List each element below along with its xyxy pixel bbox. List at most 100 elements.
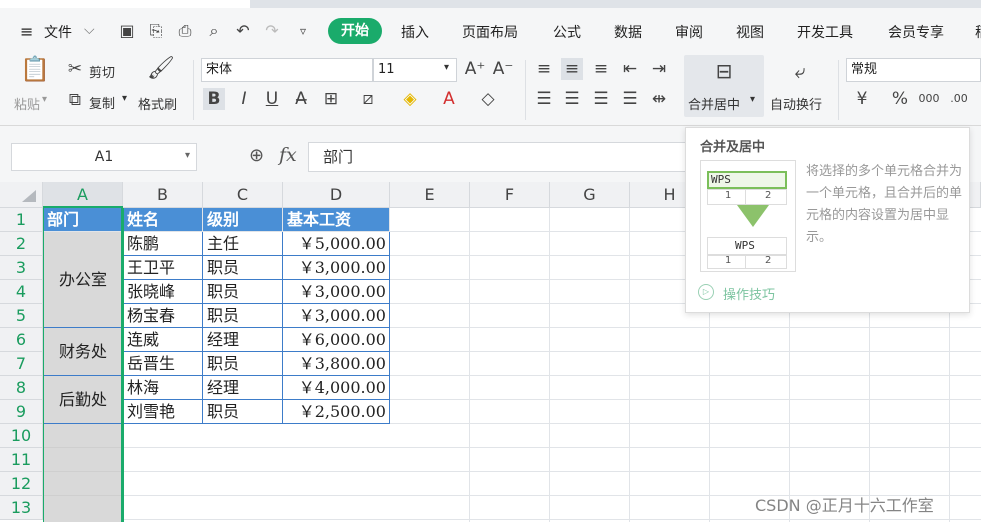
strikethrough-icon[interactable]: A̶ [290, 88, 312, 110]
align-middle-icon[interactable]: ≡ [561, 58, 583, 80]
table-cell-salary[interactable]: ￥5,000.00 [283, 232, 390, 256]
row-header-3[interactable]: 3 [0, 256, 43, 280]
format-painter-icon[interactable]: 🖌 [146, 58, 176, 88]
row-header-2[interactable]: 2 [0, 232, 43, 256]
table-cell-level[interactable]: 职员 [203, 304, 283, 328]
copy-icon[interactable]: ⧉ [64, 89, 86, 111]
thousands-separator-icon[interactable]: 000 [918, 88, 940, 110]
align-right-icon[interactable]: ☰ [590, 88, 612, 110]
paste-dropdown-icon[interactable]: ▾ [42, 94, 47, 105]
table-cell-level[interactable]: 职员 [203, 352, 283, 376]
scissors-icon[interactable]: ✂ [64, 58, 86, 80]
wrap-text-icon[interactable]: ⤶ [786, 60, 814, 84]
tab-formulas[interactable]: 公式 [553, 22, 581, 42]
header-cell-level[interactable]: 级别 [203, 208, 283, 232]
table-cell-salary[interactable]: ￥6,000.00 [283, 328, 390, 352]
row-header-11[interactable]: 11 [0, 448, 43, 472]
align-left-icon[interactable]: ☰ [533, 88, 555, 110]
header-cell-name[interactable]: 姓名 [123, 208, 203, 232]
play-icon[interactable]: ▷ [698, 284, 714, 300]
col-header-G[interactable]: G [550, 182, 630, 208]
tab-data[interactable]: 数据 [614, 22, 642, 42]
copy-dropdown-icon[interactable]: ▾ [122, 93, 127, 104]
tab-developer[interactable]: 开发工具 [797, 22, 853, 42]
decrease-font-icon[interactable]: A⁻ [492, 58, 514, 80]
align-bottom-icon[interactable]: ≡ [590, 58, 612, 80]
col-header-D[interactable]: D [283, 182, 390, 208]
align-top-icon[interactable]: ≡ [533, 58, 555, 80]
save-icon[interactable]: ▣ [117, 21, 137, 41]
table-cell-name[interactable]: 王卫平 [123, 256, 203, 280]
distribute-icon[interactable]: ⇹ [648, 88, 670, 110]
increase-decimal-icon[interactable]: .00 [948, 88, 970, 110]
print-icon[interactable]: ⎙ [175, 21, 195, 41]
font-name-select[interactable]: 宋体 [201, 58, 373, 82]
name-box-dropdown-icon[interactable]: ▾ [185, 150, 190, 161]
table-cell-level[interactable]: 主任 [203, 232, 283, 256]
font-color-icon[interactable]: A [438, 88, 460, 110]
borders-icon[interactable]: ⊞ [320, 88, 342, 110]
fill-color-icon[interactable]: ◈ [399, 88, 421, 110]
row-header-7[interactable]: 7 [0, 352, 43, 376]
undo-icon[interactable]: ↶ [233, 21, 253, 41]
header-cell-department[interactable]: 部门 [43, 208, 123, 232]
table-cell-name[interactable]: 陈鹏 [123, 232, 203, 256]
table-cell-name[interactable]: 连威 [123, 328, 203, 352]
table-cell-level[interactable]: 职员 [203, 280, 283, 304]
paste-button[interactable]: 粘贴 [14, 94, 40, 113]
table-cell-name[interactable]: 张晓峰 [123, 280, 203, 304]
increase-indent-icon[interactable]: ⇥ [648, 58, 670, 80]
table-cell-name[interactable]: 刘雪艳 [123, 400, 203, 424]
merged-cell-department[interactable]: 财务处 [43, 328, 123, 376]
hamburger-icon[interactable]: ≡ [20, 22, 33, 41]
active-document-tab[interactable] [0, 0, 250, 8]
bold-icon[interactable]: B [203, 88, 225, 110]
merged-cell-department[interactable]: 后勤处 [43, 376, 123, 424]
row-header-12[interactable]: 12 [0, 472, 43, 496]
fill-style-icon[interactable]: ⧄ [357, 88, 379, 110]
increase-font-icon[interactable]: A⁺ [464, 58, 486, 80]
customize-dropdown-icon[interactable]: ▿ [293, 21, 313, 41]
copy-button[interactable]: 复制 [89, 93, 115, 112]
merged-cell-department[interactable]: 办公室 [43, 232, 123, 328]
tab-insert[interactable]: 插入 [401, 22, 429, 42]
col-header-F[interactable]: F [470, 182, 550, 208]
row-header-10[interactable]: 10 [0, 424, 43, 448]
table-cell-salary[interactable]: ￥3,000.00 [283, 280, 390, 304]
table-cell-salary[interactable]: ￥4,000.00 [283, 376, 390, 400]
header-cell-salary[interactable]: 基本工资 [283, 208, 390, 232]
tab-review[interactable]: 审阅 [675, 22, 703, 42]
table-cell-name[interactable]: 杨宝春 [123, 304, 203, 328]
row-header-8[interactable]: 8 [0, 376, 43, 400]
col-header-C[interactable]: C [203, 182, 283, 208]
table-cell-level[interactable]: 职员 [203, 400, 283, 424]
file-menu[interactable]: 文件 [44, 22, 72, 42]
zoom-search-icon[interactable]: ⊕ [249, 145, 264, 166]
clear-format-icon[interactable]: ◇ [477, 88, 499, 110]
table-cell-level[interactable]: 职员 [203, 256, 283, 280]
table-cell-salary[interactable]: ￥3,800.00 [283, 352, 390, 376]
tab-page-layout[interactable]: 页面布局 [462, 22, 518, 42]
font-size-dropdown-icon[interactable]: ▾ [444, 62, 449, 73]
export-pdf-icon[interactable]: ⎘ [146, 21, 166, 41]
tab-more[interactable]: 稻 [975, 22, 981, 42]
formula-input[interactable]: 部门 [308, 142, 688, 172]
format-painter-button[interactable]: 格式刷 [138, 94, 177, 113]
underline-icon[interactable]: U [261, 88, 283, 110]
table-cell-level[interactable]: 经理 [203, 376, 283, 400]
align-center-icon[interactable]: ☰ [561, 88, 583, 110]
print-preview-icon[interactable]: ⌕ [204, 21, 224, 41]
cut-button[interactable]: 剪切 [89, 62, 115, 81]
table-cell-name[interactable]: 岳晋生 [123, 352, 203, 376]
italic-icon[interactable]: I [233, 88, 255, 110]
tab-view[interactable]: 视图 [736, 22, 764, 42]
row-header-13[interactable]: 13 [0, 496, 43, 520]
col-header-A[interactable]: A [43, 182, 123, 208]
paste-icon[interactable]: 📋 [20, 57, 50, 88]
table-cell-salary[interactable]: ￥3,000.00 [283, 256, 390, 280]
table-cell-salary[interactable]: ￥3,000.00 [283, 304, 390, 328]
row-header-6[interactable]: 6 [0, 328, 43, 352]
table-cell-level[interactable]: 经理 [203, 328, 283, 352]
table-cell-salary[interactable]: ￥2,500.00 [283, 400, 390, 424]
row-header-1[interactable]: 1 [0, 208, 43, 232]
